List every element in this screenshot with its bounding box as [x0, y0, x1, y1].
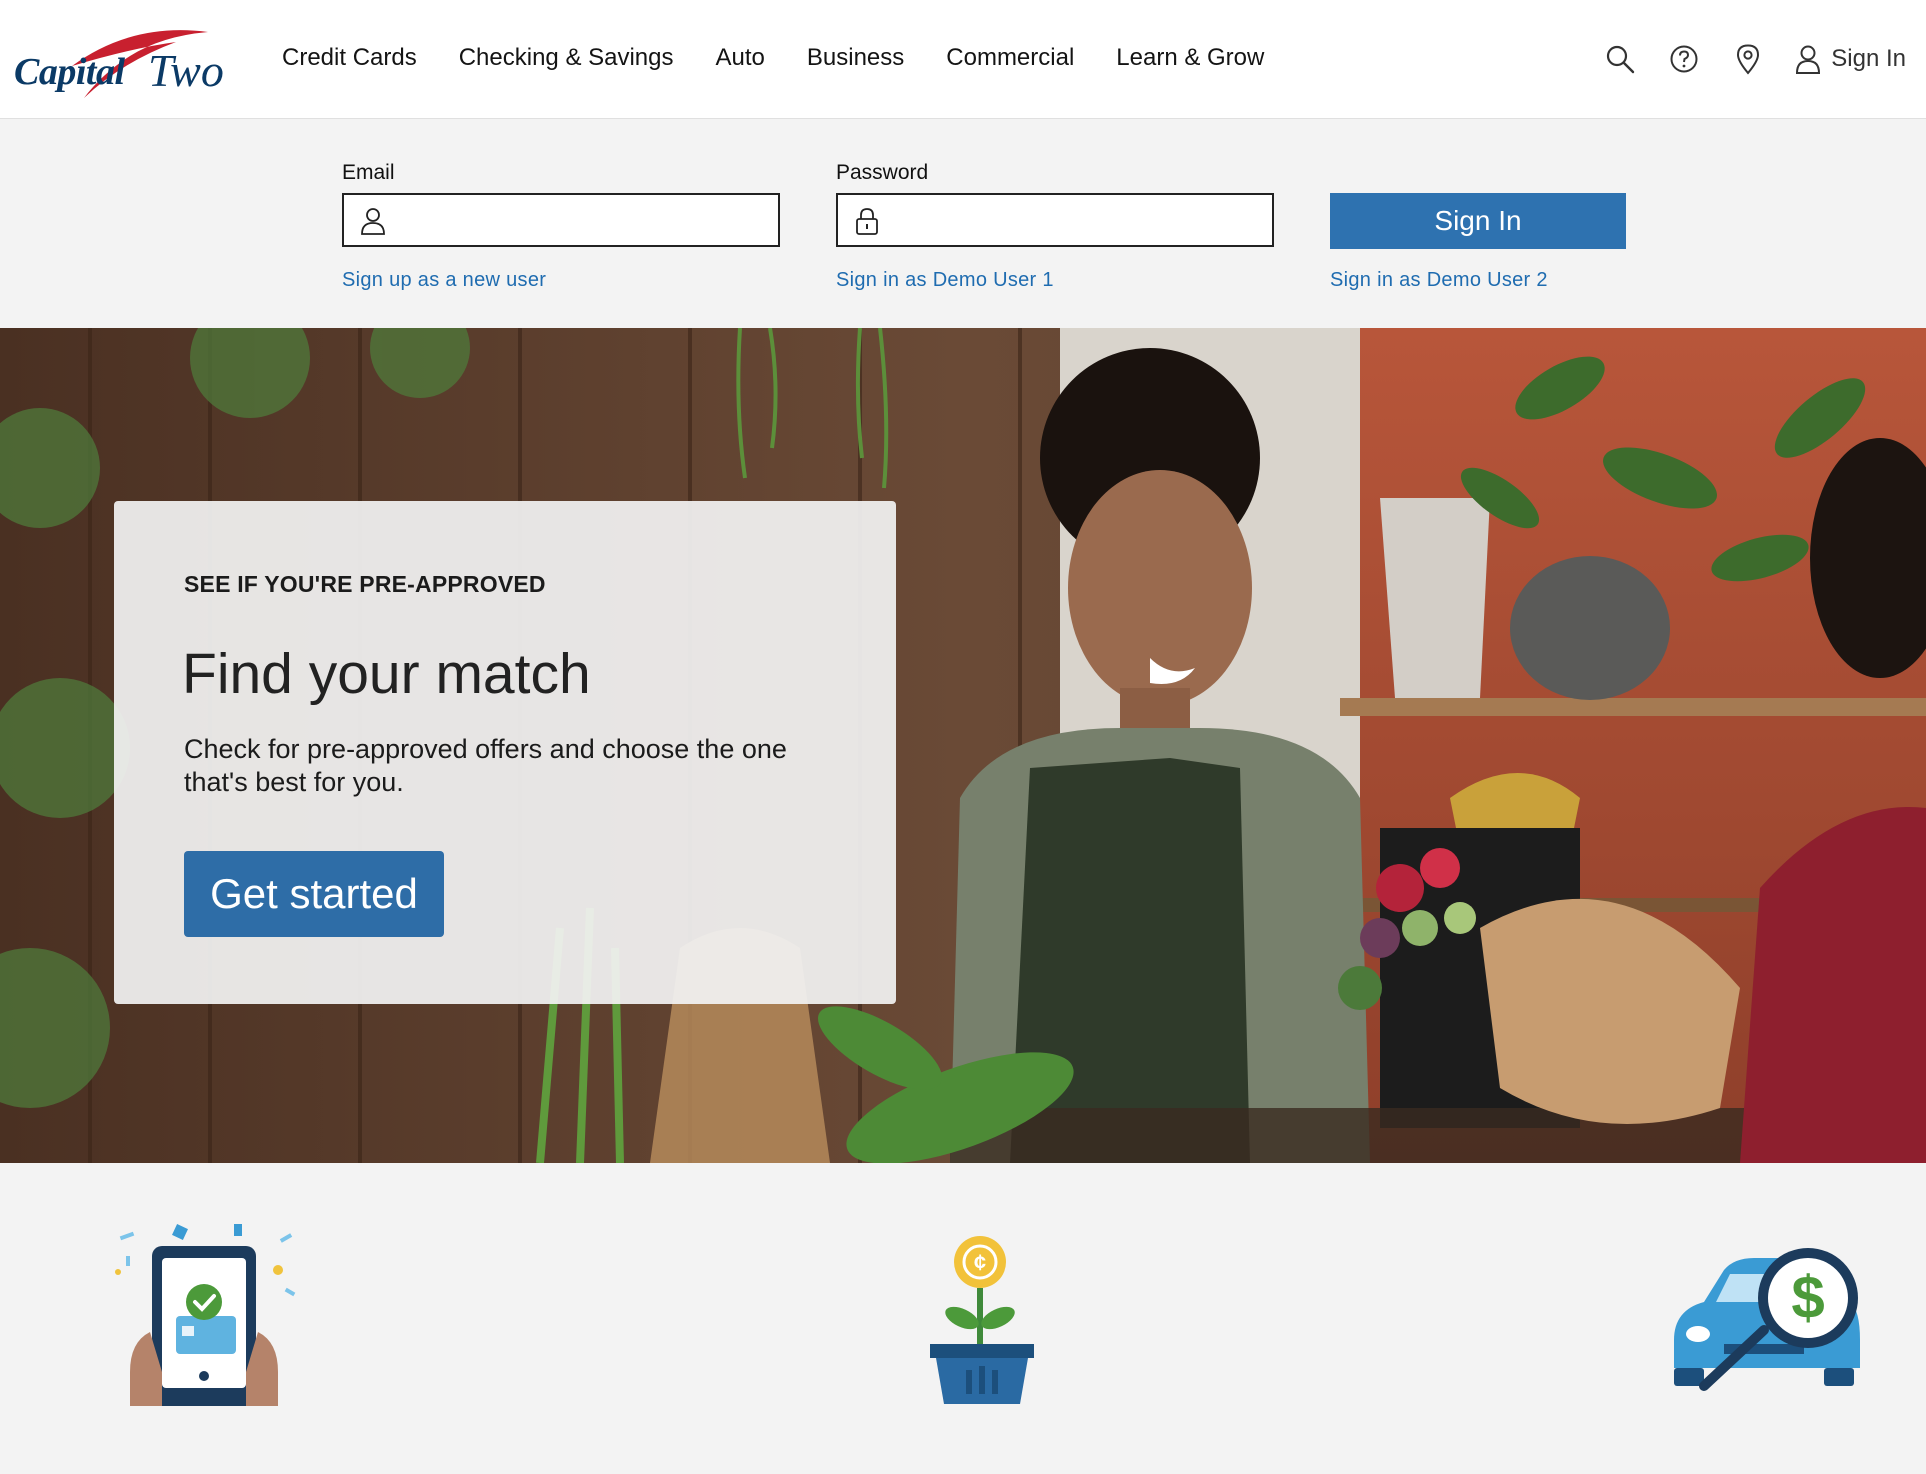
site-header: Capital Two Credit Cards Checking & Savi… — [0, 0, 1926, 119]
sign-in-button[interactable]: Sign In — [1330, 193, 1626, 249]
help-icon[interactable] — [1667, 42, 1701, 76]
utility-nav: Sign In — [1573, 42, 1906, 76]
header-sign-in-label: Sign In — [1831, 45, 1906, 72]
email-field-wrapper — [342, 193, 780, 247]
hero-description: Check for pre-approved offers and choose… — [184, 734, 787, 797]
svg-text:$: $ — [1791, 1264, 1824, 1331]
demo-user-2-link[interactable]: Sign in as Demo User 2 — [1330, 269, 1548, 292]
main-nav: Credit Cards Checking & Savings Auto Bus… — [282, 44, 1306, 72]
logo-text-capital: Capital — [14, 51, 125, 93]
sign-in-strip: Email Password Sign In Sign up as a new … — [0, 119, 1926, 328]
demo-user-1-link[interactable]: Sign in as Demo User 1 — [836, 269, 1054, 292]
nav-business[interactable]: Business — [807, 44, 904, 72]
password-field-wrapper — [836, 193, 1274, 247]
car-price-search-icon: $ — [1674, 1248, 1860, 1391]
preapproval-eyebrow: SEE IF YOU'RE PRE-APPROVED — [184, 571, 546, 597]
hero-banner: SEE IF YOU'RE PRE-APPROVED Find your mat… — [0, 328, 1926, 1163]
svg-text:¢: ¢ — [974, 1250, 986, 1275]
nav-learn-grow[interactable]: Learn & Grow — [1116, 44, 1264, 72]
location-pin-icon[interactable] — [1731, 42, 1765, 76]
phone-approval-icon — [115, 1224, 296, 1406]
search-icon[interactable] — [1603, 42, 1637, 76]
nav-commercial[interactable]: Commercial — [946, 44, 1074, 72]
hero-title: Find your match — [182, 642, 591, 706]
nav-auto[interactable]: Auto — [716, 44, 765, 72]
user-icon — [361, 208, 385, 235]
capital-two-logo[interactable]: Capital Two — [12, 26, 226, 102]
header-sign-in[interactable]: Sign In — [1795, 44, 1906, 74]
get-started-button[interactable]: Get started — [184, 851, 444, 937]
nav-credit-cards[interactable]: Credit Cards — [282, 44, 417, 72]
money-plant-icon: ¢ — [930, 1236, 1034, 1404]
preapproval-card: SEE IF YOU'RE PRE-APPROVED Find your mat… — [114, 501, 896, 1004]
password-input[interactable] — [890, 195, 1264, 247]
sign-up-link[interactable]: Sign up as a new user — [342, 269, 546, 292]
user-icon — [1796, 45, 1821, 74]
password-label: Password — [836, 161, 929, 184]
email-input[interactable] — [396, 195, 770, 247]
email-label: Email — [342, 161, 395, 184]
nav-checking-savings[interactable]: Checking & Savings — [459, 44, 674, 72]
logo-text-two: Two — [148, 45, 224, 96]
lock-icon — [856, 208, 878, 235]
